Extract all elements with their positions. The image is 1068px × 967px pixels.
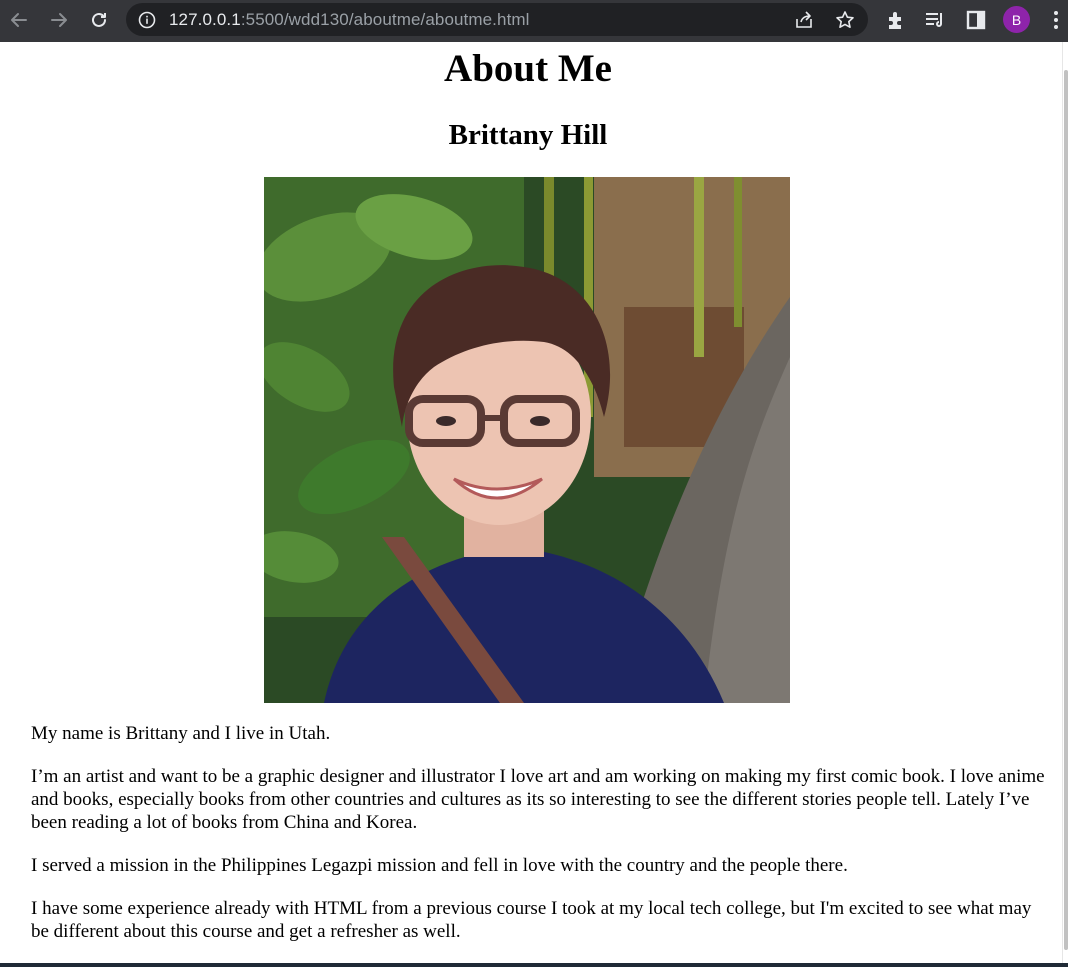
- paragraph: My name is Brittany and I live in Utah.: [31, 723, 331, 744]
- extensions-puzzle-icon[interactable]: [885, 9, 907, 31]
- arrow-right-icon: [51, 13, 67, 27]
- menu-kebab-icon[interactable]: [1045, 9, 1067, 31]
- bookmark-star-icon[interactable]: [835, 10, 855, 30]
- arrow-left-icon: [11, 13, 27, 27]
- about-text: My name is Brittany and I live in Utah. …: [31, 722, 1051, 963]
- profile-avatar[interactable]: B: [1003, 6, 1030, 33]
- vertical-scrollbar[interactable]: [1062, 42, 1068, 963]
- paragraph: I have some experience already with HTML…: [31, 898, 1032, 942]
- scrollbar-thumb[interactable]: [1064, 70, 1068, 950]
- reading-list-icon[interactable]: [924, 9, 946, 31]
- back-button[interactable]: [6, 7, 32, 33]
- info-icon[interactable]: [138, 11, 156, 29]
- page-content: About Me Brittany Hill My name is Britta…: [0, 42, 1062, 963]
- address-bar[interactable]: 127.0.0.1:5500/wdd130/aboutme/aboutme.ht…: [126, 3, 868, 36]
- browser-toolbar: 127.0.0.1:5500/wdd130/aboutme/aboutme.ht…: [0, 0, 1068, 42]
- reload-icon: [92, 12, 106, 27]
- side-panel-icon[interactable]: [965, 9, 987, 31]
- person-name: Brittany Hill: [448, 119, 608, 151]
- paragraph: I served a mission in the Philippines Le…: [31, 855, 848, 876]
- url-text[interactable]: 127.0.0.1:5500/wdd130/aboutme/aboutme.ht…: [169, 10, 530, 30]
- taskbar-edge: [0, 963, 1068, 967]
- share-icon[interactable]: [794, 10, 814, 30]
- reload-button[interactable]: [86, 7, 112, 33]
- paragraph: I’m an artist and want to be a graphic d…: [31, 766, 1045, 833]
- page-title: About Me: [444, 47, 612, 90]
- forward-button[interactable]: [46, 7, 72, 33]
- profile-photo: [264, 177, 790, 703]
